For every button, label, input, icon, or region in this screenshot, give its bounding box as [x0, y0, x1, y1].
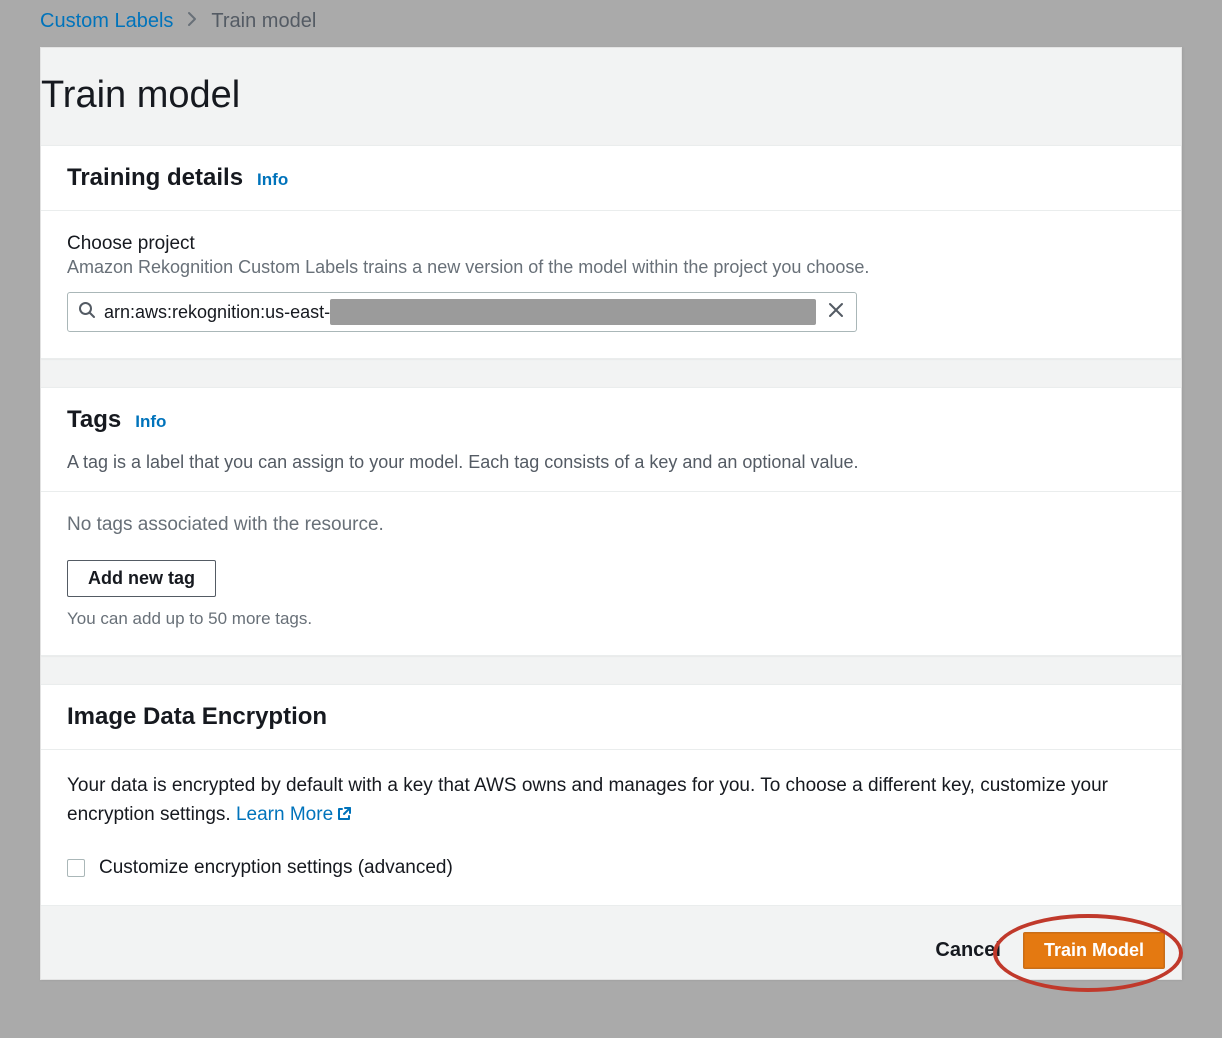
training-details-info-link[interactable]: Info — [257, 170, 288, 190]
encryption-learn-more-link[interactable]: Learn More — [236, 804, 352, 825]
page-title: Train model — [41, 48, 1181, 145]
customize-encryption-label: Customize encryption settings (advanced) — [99, 857, 453, 879]
breadcrumb-current: Train model — [211, 10, 316, 33]
encryption-heading: Image Data Encryption — [67, 703, 327, 731]
choose-project-label: Choose project — [67, 233, 1155, 255]
training-details-heading: Training details — [67, 164, 243, 192]
tags-heading: Tags — [67, 406, 121, 434]
add-new-tag-button[interactable]: Add new tag — [67, 560, 216, 597]
search-icon — [78, 301, 96, 324]
training-details-panel: Training details Info Choose project Ama… — [41, 145, 1181, 359]
tags-info-link[interactable]: Info — [135, 412, 166, 432]
breadcrumb: Custom Labels Train model — [0, 0, 1222, 47]
project-arn-redacted — [330, 299, 816, 325]
clear-input-button[interactable] — [822, 302, 850, 323]
external-link-icon — [336, 806, 352, 827]
customize-encryption-checkbox[interactable] — [67, 859, 85, 877]
tags-subtext: A tag is a label that you can assign to … — [67, 452, 1155, 473]
project-arn-value: arn:aws:rekognition:us-east- — [104, 302, 330, 323]
image-data-encryption-panel: Image Data Encryption Your data is encry… — [41, 684, 1181, 906]
tags-panel: Tags Info A tag is a label that you can … — [41, 387, 1181, 656]
customize-encryption-checkbox-row[interactable]: Customize encryption settings (advanced) — [67, 857, 1155, 879]
breadcrumb-root-link[interactable]: Custom Labels — [40, 10, 173, 33]
encryption-description: Your data is encrypted by default with a… — [67, 772, 1155, 831]
tags-hint: You can add up to 50 more tags. — [67, 609, 1155, 629]
chevron-right-icon — [187, 11, 197, 32]
choose-project-input[interactable]: arn:aws:rekognition:us-east- — [67, 292, 857, 332]
cancel-button[interactable]: Cancel — [935, 939, 1001, 962]
tags-empty-text: No tags associated with the resource. — [67, 514, 1155, 536]
choose-project-description: Amazon Rekognition Custom Labels trains … — [67, 257, 1155, 278]
train-model-button[interactable]: Train Model — [1023, 932, 1165, 969]
footer-actions: Cancel Train Model — [41, 906, 1181, 979]
